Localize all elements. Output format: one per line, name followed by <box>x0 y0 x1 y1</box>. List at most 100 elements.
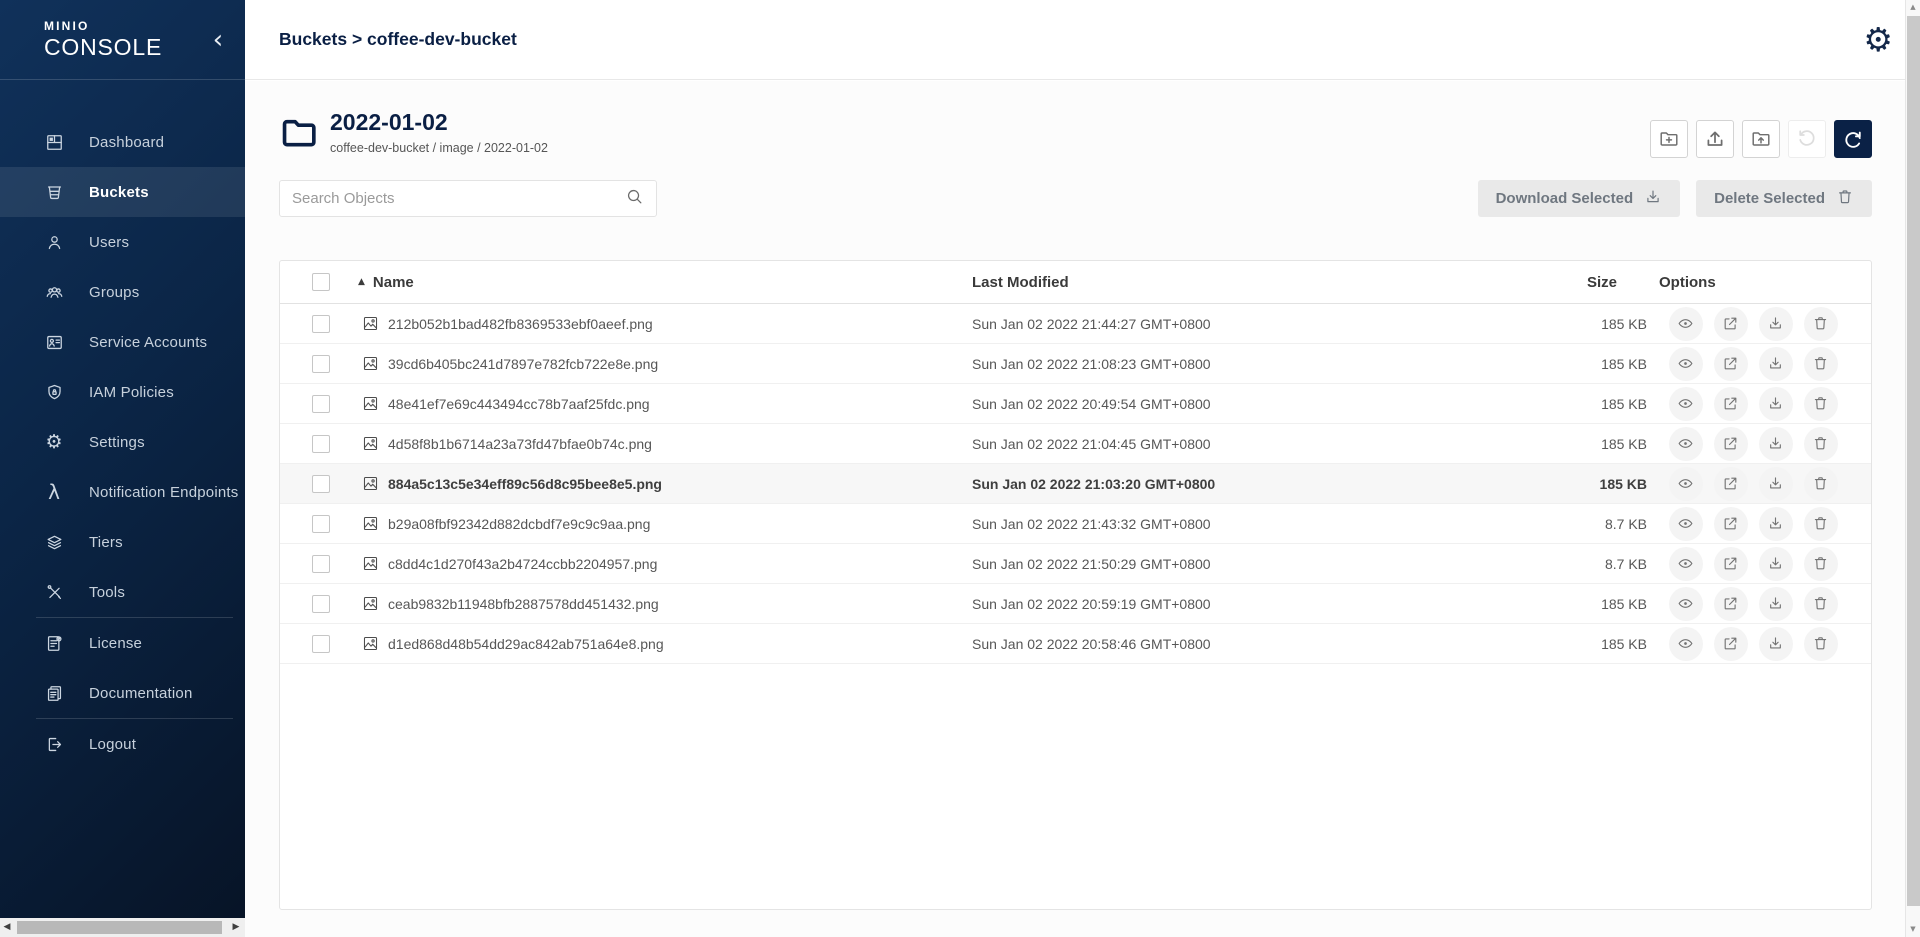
share-object-button[interactable] <box>1714 427 1748 461</box>
settings-gear-button[interactable]: ⚙ <box>1863 23 1893 56</box>
table-row[interactable]: 48e41ef7e69c443494cc78b7aaf25fdc.pngSun … <box>280 384 1871 424</box>
nav-icon-wrap <box>44 182 64 202</box>
nav-icon-wrap <box>44 734 64 754</box>
upload-file-button[interactable] <box>1696 120 1734 158</box>
share-object-button[interactable] <box>1714 587 1748 621</box>
preview-object-button[interactable] <box>1669 547 1703 581</box>
delete-object-button[interactable] <box>1804 467 1838 501</box>
sidebar-item-logout[interactable]: Logout <box>0 719 245 769</box>
row-checkbox[interactable] <box>312 515 330 533</box>
preview-object-button[interactable] <box>1669 627 1703 661</box>
table-header-row: ▲ Name Last Modified Size Options <box>280 261 1871 304</box>
download-object-button[interactable] <box>1759 507 1793 541</box>
download-object-button[interactable] <box>1759 387 1793 421</box>
download-object-button[interactable] <box>1759 467 1793 501</box>
sidebar-item-tiers[interactable]: Tiers <box>0 517 245 567</box>
download-object-button[interactable] <box>1759 427 1793 461</box>
table-row[interactable]: b29a08fbf92342d882dcbdf7e9c9c9aa.pngSun … <box>280 504 1871 544</box>
table-row[interactable]: 884a5c13c5e34eff89c56d8c95bee8e5.pngSun … <box>280 464 1871 504</box>
delete-icon <box>1812 475 1829 492</box>
row-checkbox[interactable] <box>312 315 330 333</box>
row-checkbox[interactable] <box>312 595 330 613</box>
preview-object-button[interactable] <box>1669 307 1703 341</box>
sidebar-item-service-accounts[interactable]: Service Accounts <box>0 317 245 367</box>
table-row[interactable]: d1ed868d48b54dd29ac842ab751a64e8.pngSun … <box>280 624 1871 664</box>
breadcrumb[interactable]: Buckets > coffee-dev-bucket <box>279 29 517 50</box>
table-row[interactable]: 4d58f8b1b6714a23a73fd47bfae0b74c.pngSun … <box>280 424 1871 464</box>
sidebar-item-documentation[interactable]: Documentation <box>0 668 245 718</box>
delete-object-button[interactable] <box>1804 627 1838 661</box>
scroll-down-arrow[interactable]: ▼ <box>1906 922 1920 937</box>
upload-folder-button[interactable] <box>1742 120 1780 158</box>
delete-object-button[interactable] <box>1804 387 1838 421</box>
row-checkbox[interactable] <box>312 475 330 493</box>
table-row[interactable]: c8dd4c1d270f43a2b4724ccbb2204957.pngSun … <box>280 544 1871 584</box>
share-icon <box>1722 315 1739 332</box>
download-object-button[interactable] <box>1759 587 1793 621</box>
refresh-button[interactable] <box>1834 120 1872 158</box>
row-checkbox[interactable] <box>312 555 330 573</box>
share-object-button[interactable] <box>1714 387 1748 421</box>
sidebar-item-iam-policies[interactable]: IAM Policies <box>0 367 245 417</box>
preview-object-button[interactable] <box>1669 347 1703 381</box>
sort-asc-icon[interactable]: ▲ <box>358 278 365 287</box>
share-object-button[interactable] <box>1714 307 1748 341</box>
tools-icon <box>45 583 64 602</box>
share-object-button[interactable] <box>1714 347 1748 381</box>
share-object-button[interactable] <box>1714 627 1748 661</box>
sidebar-item-notification-endpoints[interactable]: λNotification Endpoints <box>0 467 245 517</box>
preview-object-button[interactable] <box>1669 467 1703 501</box>
vertical-scrollbar[interactable]: ▲ ▼ <box>1905 0 1920 937</box>
delete-object-button[interactable] <box>1804 427 1838 461</box>
sidebar-item-label: License <box>89 635 142 652</box>
row-checkbox[interactable] <box>312 635 330 653</box>
sidebar: MINIO CONSOLE ‹ DashboardBucketsUsersGro… <box>0 0 245 918</box>
row-checkbox[interactable] <box>312 435 330 453</box>
share-object-button[interactable] <box>1714 507 1748 541</box>
delete-object-button[interactable] <box>1804 507 1838 541</box>
download-icon <box>1767 515 1784 532</box>
object-name: 212b052b1bad482fb8369533ebf0aeef.png <box>388 316 653 332</box>
vertical-scrollbar-thumb[interactable] <box>1907 16 1920 906</box>
sidebar-item-users[interactable]: Users <box>0 217 245 267</box>
object-browser-content: 2022-01-02 coffee-dev-bucket / image / 2… <box>245 81 1905 937</box>
scroll-right-arrow[interactable]: ▶ <box>229 918 243 937</box>
delete-object-button[interactable] <box>1804 547 1838 581</box>
select-all-checkbox[interactable] <box>312 273 330 291</box>
row-checkbox[interactable] <box>312 355 330 373</box>
table-row[interactable]: 39cd6b405bc241d7897e782fcb722e8e.pngSun … <box>280 344 1871 384</box>
sidebar-item-license[interactable]: License <box>0 618 245 668</box>
horizontal-scrollbar[interactable]: ◀ ▶ <box>0 918 245 937</box>
table-row[interactable]: ceab9832b11948bfb2887578dd451432.pngSun … <box>280 584 1871 624</box>
download-object-button[interactable] <box>1759 627 1793 661</box>
sidebar-item-buckets[interactable]: Buckets <box>0 167 245 217</box>
download-object-button[interactable] <box>1759 547 1793 581</box>
sidebar-item-tools[interactable]: Tools <box>0 567 245 617</box>
download-selected-button[interactable]: Download Selected <box>1478 180 1681 217</box>
row-checkbox[interactable] <box>312 395 330 413</box>
download-object-button[interactable] <box>1759 307 1793 341</box>
scroll-left-arrow[interactable]: ◀ <box>0 918 14 937</box>
table-row[interactable]: 212b052b1bad482fb8369533ebf0aeef.pngSun … <box>280 304 1871 344</box>
horizontal-scrollbar-thumb[interactable] <box>17 921 222 934</box>
preview-object-button[interactable] <box>1669 587 1703 621</box>
share-object-button[interactable] <box>1714 547 1748 581</box>
preview-object-button[interactable] <box>1669 387 1703 421</box>
download-object-button[interactable] <box>1759 347 1793 381</box>
refresh-icon <box>1842 128 1864 150</box>
delete-selected-button[interactable]: Delete Selected <box>1696 180 1872 217</box>
share-object-button[interactable] <box>1714 467 1748 501</box>
new-path-button[interactable] <box>1650 120 1688 158</box>
sidebar-item-groups[interactable]: Groups <box>0 267 245 317</box>
delete-object-button[interactable] <box>1804 347 1838 381</box>
sidebar-collapse-button[interactable]: ‹ <box>205 25 231 55</box>
delete-object-button[interactable] <box>1804 307 1838 341</box>
sidebar-item-dashboard[interactable]: Dashboard <box>0 117 245 167</box>
sidebar-item-settings[interactable]: ⚙Settings <box>0 417 245 467</box>
scroll-up-arrow[interactable]: ▲ <box>1906 0 1920 15</box>
delete-object-button[interactable] <box>1804 587 1838 621</box>
column-header-name[interactable]: Name <box>373 274 414 291</box>
search-input[interactable] <box>292 190 625 207</box>
preview-object-button[interactable] <box>1669 507 1703 541</box>
preview-object-button[interactable] <box>1669 427 1703 461</box>
